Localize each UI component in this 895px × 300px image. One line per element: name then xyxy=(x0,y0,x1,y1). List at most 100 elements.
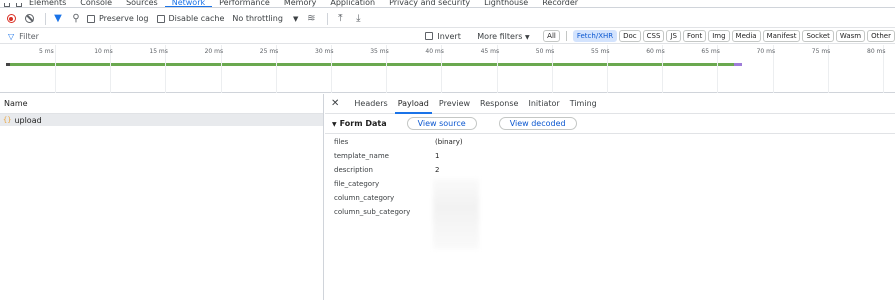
request-row[interactable]: {} upload xyxy=(0,114,323,126)
form-field-key: files xyxy=(334,138,349,146)
search-icon[interactable]: ⚲ xyxy=(69,12,83,26)
filter-funnel-icon[interactable]: ▼ xyxy=(51,12,65,26)
tab-performance[interactable]: Performance xyxy=(212,0,277,7)
divider xyxy=(327,12,329,25)
tab-lighthouse[interactable]: Lighthouse xyxy=(477,0,535,7)
form-data-header: ▼ Form Data View source View decoded xyxy=(325,114,895,134)
filter-chip-all[interactable]: All xyxy=(543,30,560,42)
detail-tab-bar: ✕ Headers Payload Preview Response Initiator… xyxy=(325,94,895,114)
tab-initiator[interactable]: Initiator xyxy=(523,94,564,114)
network-conditions-icon[interactable]: ≋ xyxy=(304,12,318,26)
timeline-tick-label: 75 ms xyxy=(811,48,831,55)
timeline-tick-label: 40 ms xyxy=(425,48,444,55)
redacted-values xyxy=(433,179,479,249)
filter-chip-other[interactable]: Other xyxy=(867,30,895,42)
more-filters-label: More filters xyxy=(477,31,523,41)
form-field-value: 1 xyxy=(435,152,440,160)
timeline-overview[interactable]: 5 ms 10 ms 15 ms 20 ms 25 ms 30 ms 35 ms 40 ms 4… xyxy=(0,45,895,93)
tab-network[interactable]: Network xyxy=(164,0,213,7)
form-field-key: column_category xyxy=(334,194,395,202)
divider xyxy=(45,12,46,25)
filter-chip-css[interactable]: CSS xyxy=(642,30,665,42)
tab-timing[interactable]: Timing xyxy=(565,94,602,114)
timeline-tick-label: 10 ms xyxy=(94,48,113,55)
filter-chip-font[interactable]: Font xyxy=(682,30,707,42)
triangle-down-icon: ▼ xyxy=(332,121,337,128)
filter-chip-img[interactable]: Img xyxy=(708,30,730,42)
chevron-down-icon: ▼ xyxy=(292,14,299,23)
filter-chip-doc[interactable]: Doc xyxy=(619,30,641,42)
xhr-icon: {} xyxy=(3,116,12,124)
timeline-tick-label: 35 ms xyxy=(370,48,389,55)
devtools-tab-bar: Elements Console Sources Network Performance… xyxy=(0,0,895,8)
filter-chip-media[interactable]: Media xyxy=(731,30,761,42)
inspect-icons[interactable] xyxy=(0,0,22,7)
disable-cache-label: Disable cache xyxy=(168,14,225,23)
form-field-key: description xyxy=(334,166,373,174)
request-list: Name {} upload xyxy=(0,94,324,300)
tab-elements[interactable]: Elements xyxy=(22,0,73,7)
timeline-tick-label: 65 ms xyxy=(701,48,720,55)
timeline-tick-label: 30 ms xyxy=(315,48,334,55)
filter-chip-js[interactable]: JS xyxy=(666,30,681,42)
form-data-title: Form Data xyxy=(339,119,387,128)
throttling-select[interactable]: No throttling ▼ xyxy=(232,14,298,23)
form-field-key: column_sub_category xyxy=(334,208,411,216)
view-decoded-button[interactable]: View decoded xyxy=(498,117,577,130)
name-column-header[interactable]: Name xyxy=(0,94,323,114)
tab-recorder[interactable]: Recorder xyxy=(535,0,585,7)
disable-cache-checkbox[interactable]: Disable cache xyxy=(156,14,225,23)
timeline-tick-label: 60 ms xyxy=(646,48,665,55)
network-toolbar: ▼ ⚲ Preserve log Disable cache No thrott… xyxy=(0,10,895,28)
export-har-icon[interactable]: ⤓ xyxy=(351,12,365,26)
timeline-tick-label: 70 ms xyxy=(756,48,776,55)
invert-checkbox[interactable]: Invert xyxy=(425,32,475,41)
tab-application[interactable]: Application xyxy=(323,0,382,7)
filter-icon: ▽ xyxy=(8,31,15,41)
inspect-element-icon[interactable] xyxy=(4,3,10,7)
waterfall-bar-waiting xyxy=(10,63,736,66)
timeline-tick-label: 15 ms xyxy=(149,48,168,55)
tab-console[interactable]: Console xyxy=(73,0,119,7)
timeline-tick-label: 20 ms xyxy=(204,48,224,55)
preserve-log-label: Preserve log xyxy=(99,14,149,23)
filter-chip-fetch-xhr[interactable]: Fetch/XHR xyxy=(572,30,618,42)
filter-chip-socket[interactable]: Socket xyxy=(802,30,834,42)
timeline-gridline xyxy=(55,45,56,93)
timeline-tick-label: 80 ms xyxy=(867,48,886,55)
filter-input[interactable]: ▽ Filter xyxy=(0,32,419,41)
view-source-button[interactable]: View source xyxy=(406,117,477,130)
timeline-tick-label: 5 ms xyxy=(39,48,54,55)
record-icon[interactable] xyxy=(4,12,18,26)
throttling-value: No throttling xyxy=(232,14,283,23)
more-filters-dropdown[interactable]: More filters ▼ xyxy=(477,32,539,41)
filter-chip-wasm[interactable]: Wasm xyxy=(835,30,866,42)
invert-label: Invert xyxy=(437,31,461,41)
request-name: upload xyxy=(14,115,42,125)
filter-placeholder: Filter xyxy=(19,31,39,41)
form-data-toggle[interactable]: ▼ Form Data xyxy=(332,119,387,128)
tab-memory[interactable]: Memory xyxy=(277,0,324,7)
tab-preview[interactable]: Preview xyxy=(434,94,475,114)
close-icon[interactable]: ✕ xyxy=(331,98,339,109)
form-field-key: file_category xyxy=(334,180,380,188)
tab-response[interactable]: Response xyxy=(475,94,523,114)
form-field-key: template_name xyxy=(334,152,389,160)
timeline-tick-label: 45 ms xyxy=(480,48,500,55)
name-column-label: Name xyxy=(4,99,28,108)
clear-icon[interactable] xyxy=(22,12,36,26)
tab-privacy-and-security[interactable]: Privacy and security xyxy=(382,0,477,7)
chevron-down-icon: ▼ xyxy=(524,33,530,41)
tab-headers[interactable]: Headers xyxy=(349,94,392,114)
preserve-log-checkbox[interactable]: Preserve log xyxy=(87,14,149,23)
tab-payload[interactable]: Payload xyxy=(393,94,434,114)
timeline-tick-label: 25 ms xyxy=(259,48,279,55)
tab-sources[interactable]: Sources xyxy=(119,0,165,7)
timeline-tick-label: 55 ms xyxy=(591,48,610,55)
waterfall-bar-download xyxy=(734,63,742,66)
filter-row: ▽ Filter Invert More filters ▼ All Fetch/… xyxy=(0,29,895,44)
form-field-value: (binary) xyxy=(435,138,463,146)
filter-chip-manifest[interactable]: Manifest xyxy=(762,30,801,42)
import-har-icon[interactable]: ⤒ xyxy=(333,12,347,26)
timeline-tick-label: 50 ms xyxy=(535,48,555,55)
